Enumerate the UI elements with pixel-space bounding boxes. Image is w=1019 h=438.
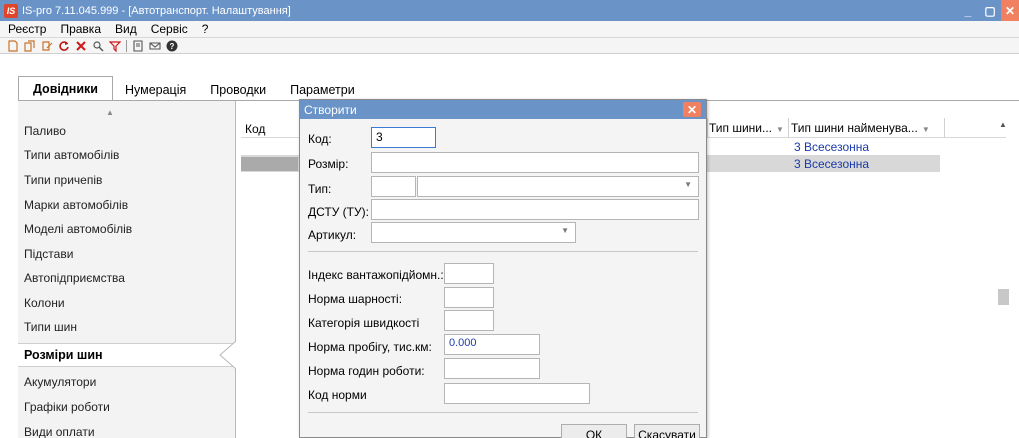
- minimize-button[interactable]: _: [957, 0, 979, 21]
- cancel-button[interactable]: Скасувати: [634, 424, 700, 438]
- list-item[interactable]: Акумулятори: [24, 375, 96, 389]
- norma-probigu-label: Норма пробігу, тис.км:: [308, 340, 432, 354]
- list-item[interactable]: Типи причепів: [24, 173, 102, 187]
- vertical-scrollbar[interactable]: ▲: [998, 118, 1009, 438]
- norma-probigu-field[interactable]: 0.000: [444, 334, 540, 355]
- active-pointer-icon: [219, 341, 237, 369]
- index-label: Індекс вантажопідйомн.:: [308, 268, 444, 282]
- rozmir-label: Розмір:: [308, 157, 349, 171]
- norma-godyn-label: Норма годин роботи:: [308, 364, 425, 378]
- column-header-tyre-type[interactable]: Тип шини... ▼: [709, 121, 784, 135]
- dialog-separator: [308, 412, 698, 413]
- dstu-label: ДСТУ (ТУ):: [308, 205, 369, 219]
- dialog-close-button[interactable]: ✕: [683, 102, 701, 117]
- cell-tyre-type-name: Всесезонна: [804, 140, 870, 154]
- column-divider[interactable]: [944, 118, 945, 138]
- norma-sharnosti-label: Норма шарності:: [308, 292, 403, 306]
- maximize-button[interactable]: ▢: [979, 0, 1001, 21]
- list-item[interactable]: Типи шин: [24, 320, 77, 334]
- dialog-title: Створити: [304, 102, 357, 117]
- scrollbar-thumb[interactable]: [998, 289, 1009, 305]
- edit-icon[interactable]: [40, 39, 53, 52]
- typ-code-field[interactable]: [371, 176, 416, 197]
- list-item-active[interactable]: Розміри шин: [24, 348, 103, 362]
- kod-normy-field[interactable]: [444, 383, 590, 404]
- rozmir-field[interactable]: [371, 152, 699, 173]
- app-logo-icon: IS: [4, 3, 18, 18]
- selected-row-marker: [241, 157, 298, 171]
- delete-icon[interactable]: [74, 39, 87, 52]
- find-icon[interactable]: [91, 39, 104, 52]
- norma-godyn-field[interactable]: [444, 358, 540, 379]
- svg-text:?: ?: [169, 42, 174, 51]
- typ-label: Тип:: [308, 182, 332, 196]
- window-title: IS-pro 7.11.045.999 - [Автотранспорт. На…: [22, 4, 291, 17]
- dialog-separator: [308, 251, 698, 252]
- list-item[interactable]: Колони: [24, 296, 65, 310]
- dropdown-arrow-icon[interactable]: ▼: [561, 226, 569, 235]
- ok-button[interactable]: ОК: [561, 424, 627, 438]
- filter-dropdown-icon[interactable]: ▼: [922, 125, 930, 134]
- list-item[interactable]: Види оплати: [24, 425, 95, 438]
- column-header-tyre-type-name[interactable]: Тип шини найменува... ▼: [791, 121, 930, 135]
- scroll-up-icon[interactable]: ▲: [106, 108, 114, 117]
- menu-edit[interactable]: Правка: [53, 22, 108, 36]
- tab-parametry[interactable]: Параметри: [278, 78, 367, 101]
- toolbar: ?: [0, 38, 1019, 54]
- list-item[interactable]: Автопідприємства: [24, 271, 125, 285]
- dropdown-arrow-icon[interactable]: ▼: [684, 180, 692, 189]
- mail-icon[interactable]: [148, 39, 161, 52]
- menu-service[interactable]: Сервіс: [144, 22, 195, 36]
- cell-tyre-type: 3: [794, 140, 801, 154]
- list-item[interactable]: Моделі автомобілів: [24, 222, 132, 236]
- column-divider[interactable]: [707, 118, 708, 138]
- tab-dovidnyky[interactable]: Довідники: [18, 76, 113, 101]
- dstu-field[interactable]: [371, 199, 699, 220]
- list-item[interactable]: Підстави: [24, 247, 73, 261]
- list-item[interactable]: Марки автомобілів: [24, 198, 128, 212]
- tab-provodky[interactable]: Проводки: [198, 78, 278, 101]
- menu-registry[interactable]: Реєстр: [0, 22, 53, 36]
- filter-dropdown-icon[interactable]: ▼: [776, 125, 784, 134]
- create-dialog: Створити ✕ Код: 3 Розмір: Тип: ▼ ДСТУ (Т…: [299, 99, 707, 438]
- scroll-up-icon[interactable]: ▲: [999, 120, 1007, 129]
- toolbar-separator: [126, 39, 127, 52]
- menu-view[interactable]: Вид: [108, 22, 144, 36]
- index-field[interactable]: [444, 263, 494, 284]
- window-controls: _ ▢ ✕: [957, 0, 1019, 21]
- column-header-kod[interactable]: Код: [245, 122, 265, 136]
- document-icon[interactable]: [131, 39, 144, 52]
- window-title-bar: IS IS-pro 7.11.045.999 - [Автотранспорт.…: [0, 0, 1019, 21]
- norma-sharnosti-field[interactable]: [444, 287, 494, 308]
- cell-tyre-type: 3: [794, 157, 801, 171]
- copy-icon[interactable]: [23, 39, 36, 52]
- new-icon[interactable]: [6, 39, 19, 52]
- refresh-icon[interactable]: [57, 39, 70, 52]
- typ-select[interactable]: ▼: [417, 176, 699, 197]
- tab-bar: Довідники Нумерація Проводки Параметри: [0, 55, 1019, 101]
- reference-list: ▲ Паливо Типи автомобілів Типи причепів …: [18, 101, 237, 438]
- list-item[interactable]: Паливо: [24, 124, 66, 138]
- dialog-title-bar: Створити: [300, 100, 706, 119]
- kod-label: Код:: [308, 132, 332, 146]
- filter-icon[interactable]: [108, 39, 121, 52]
- menu-bar: Реєстр Правка Вид Сервіс ?: [0, 21, 1019, 38]
- kategoriya-field[interactable]: [444, 310, 494, 331]
- kod-normy-label: Код норми: [308, 388, 367, 402]
- artykul-select[interactable]: ▼: [371, 222, 576, 243]
- column-divider[interactable]: [788, 118, 789, 138]
- kod-field[interactable]: 3: [371, 127, 436, 148]
- kategoriya-label: Категорія швидкості: [308, 316, 420, 330]
- cell-tyre-type-name: Всесезонна: [804, 157, 870, 171]
- list-item[interactable]: Графіки роботи: [24, 400, 110, 414]
- list-item[interactable]: Типи автомобілів: [24, 148, 119, 162]
- menu-help[interactable]: ?: [195, 22, 216, 36]
- close-window-button[interactable]: ✕: [1001, 0, 1019, 21]
- help-icon[interactable]: ?: [165, 39, 178, 52]
- tab-numeratsiya[interactable]: Нумерація: [113, 78, 198, 101]
- artykul-label: Артикул:: [308, 228, 357, 242]
